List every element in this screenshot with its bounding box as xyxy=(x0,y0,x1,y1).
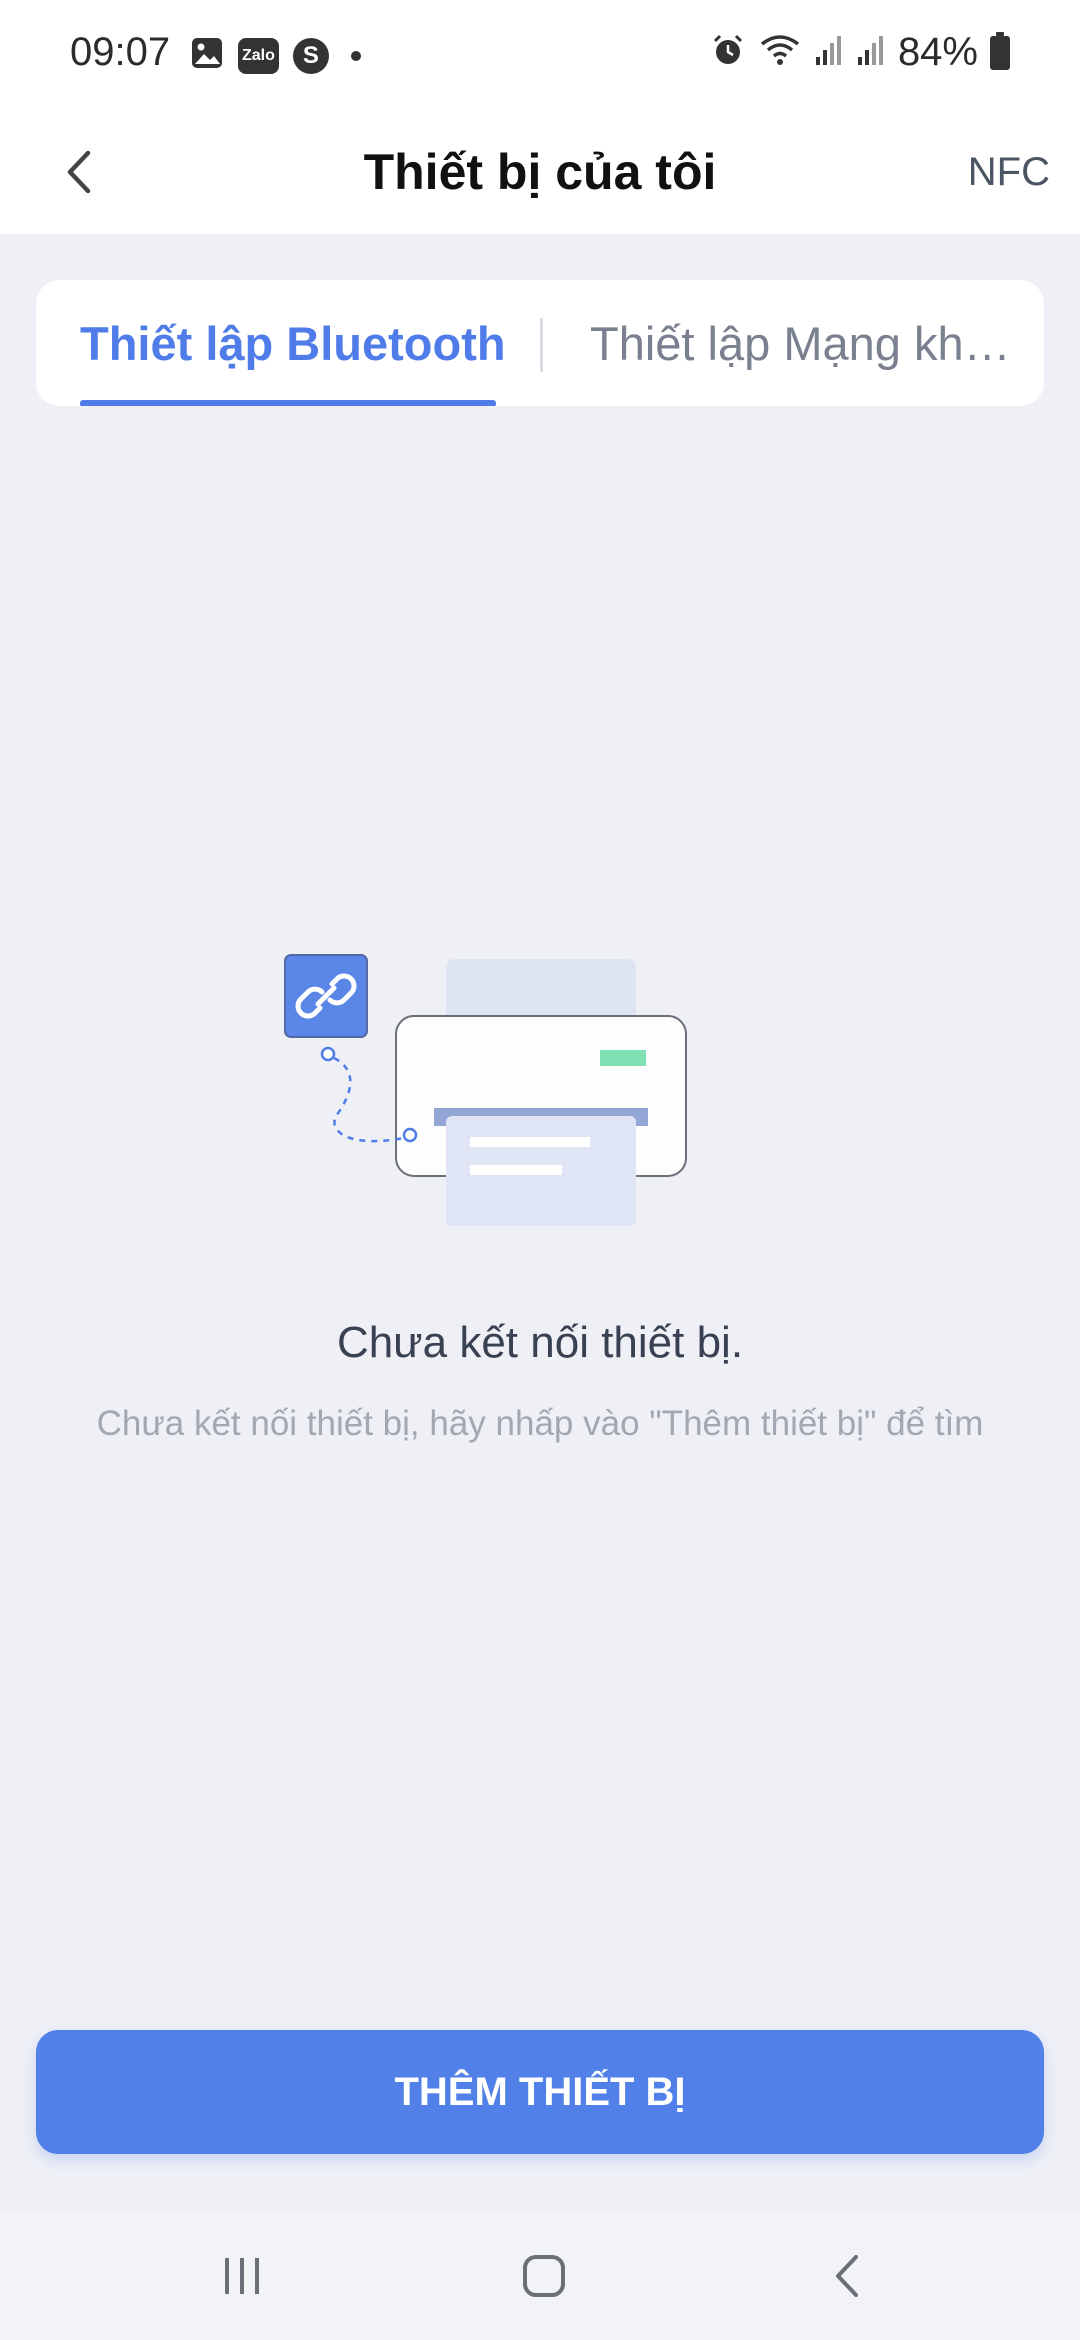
notification-icons: Zalo S xyxy=(190,36,361,75)
signal-icon xyxy=(856,33,886,72)
tab-divider xyxy=(540,318,543,372)
battery-icon xyxy=(990,31,1010,70)
system-nav-bar xyxy=(0,2212,1080,2340)
add-device-button[interactable]: THÊM THIẾT BỊ xyxy=(36,2030,1044,2154)
nav-back-button[interactable] xyxy=(798,2236,898,2316)
empty-state-title: Chưa kết nối thiết bị. xyxy=(336,1318,744,1367)
status-bar: 09:07 Zalo S 84% xyxy=(0,0,1080,110)
tab-label: Thiết lập Bluetooth xyxy=(80,316,506,370)
recents-button[interactable] xyxy=(192,2236,292,2316)
skype-icon: S xyxy=(292,37,329,74)
status-time: 09:07 xyxy=(70,30,171,74)
page-title: Thiết bị của tôi xyxy=(363,144,717,200)
screen: 09:07 Zalo S 84% Thiết bị của tôi NFC Th… xyxy=(0,0,1080,2340)
gallery-icon xyxy=(190,36,224,75)
system-status: 84% xyxy=(710,30,1010,75)
zalo-icon: Zalo xyxy=(238,37,279,74)
nfc-button[interactable]: NFC xyxy=(968,132,1050,212)
wifi-icon xyxy=(758,32,802,73)
active-tab-indicator xyxy=(80,400,496,406)
back-icon xyxy=(836,2255,858,2297)
signal-icon xyxy=(814,33,844,72)
setup-tabs: Thiết lập Bluetooth Thiết lập Mạng không… xyxy=(36,280,1044,406)
printer-link-icon xyxy=(280,950,700,1240)
recents-icon xyxy=(225,2258,259,2294)
more-notifications-dot xyxy=(350,50,361,61)
battery-percent: 84% xyxy=(897,30,978,74)
tab-bluetooth-setup[interactable]: Thiết lập Bluetooth xyxy=(80,280,506,406)
alarm-icon xyxy=(710,32,746,73)
tab-label: Thiết lập Mạng không dây xyxy=(590,316,1020,370)
empty-state-subtitle: Chưa kết nối thiết bị, hãy nhấp vào "Thê… xyxy=(96,1404,984,1443)
home-button[interactable] xyxy=(494,2236,594,2316)
tab-wireless-setup[interactable]: Thiết lập Mạng không dây xyxy=(590,280,1020,406)
home-icon xyxy=(523,2255,565,2297)
app-bar: Thiết bị của tôi NFC xyxy=(0,110,1080,234)
